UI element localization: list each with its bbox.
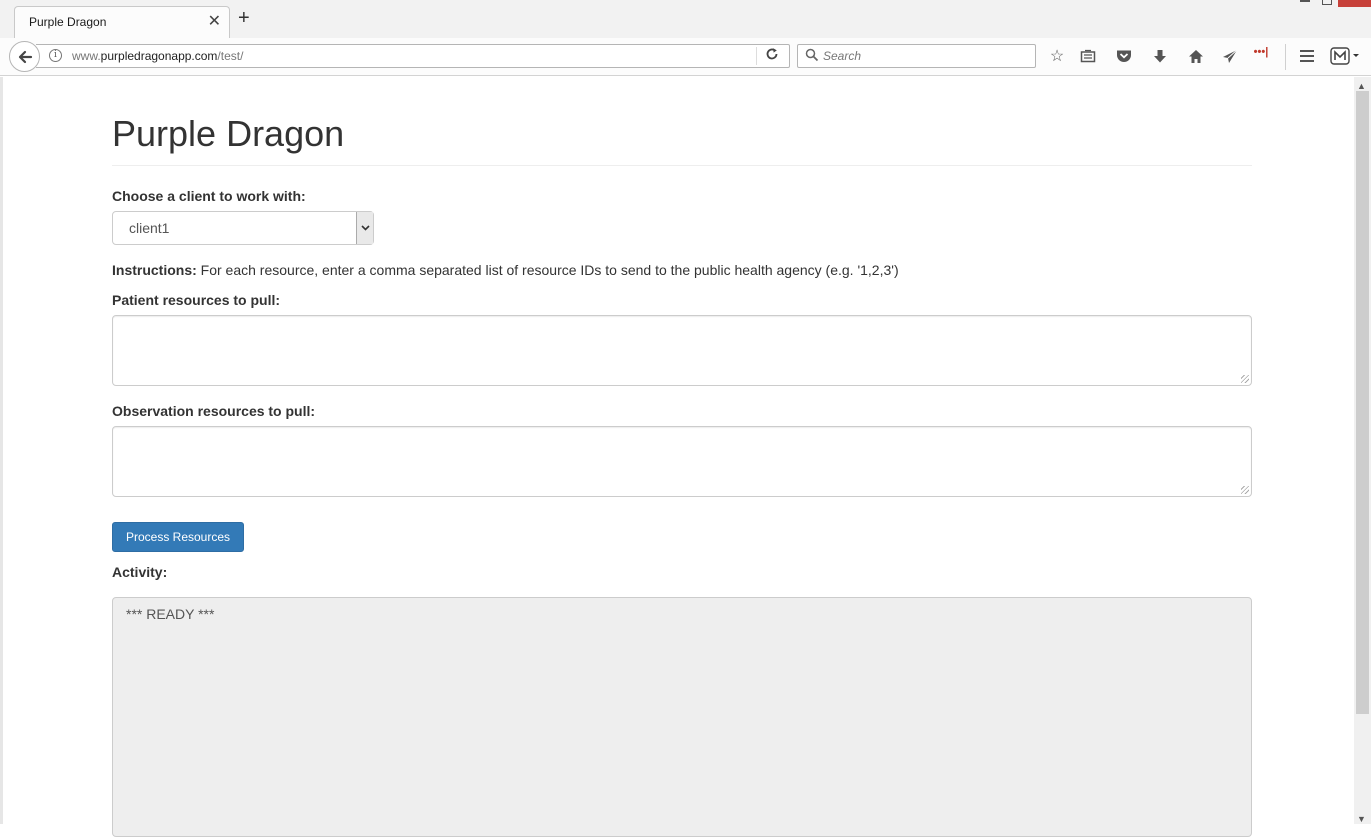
extension-icon[interactable] [1330,46,1360,66]
page-viewport: Purple Dragon Choose a client to work wi… [0,77,1371,837]
url-separator [756,47,757,65]
send-icon[interactable] [1220,46,1240,66]
navigation-toolbar: i www.purpledragonapp.com/test/ Search ☆… [0,38,1371,76]
instructions-text: For each resource, enter a comma separat… [196,262,899,278]
resize-grip-icon[interactable] [1241,486,1249,494]
lastpass-icon[interactable]: •••| [1251,42,1271,62]
vertical-scrollbar[interactable]: ▲ ▼ [1354,77,1371,824]
window-close-button[interactable] [1338,0,1371,7]
activity-label: Activity: [112,564,168,580]
search-bar[interactable]: Search [797,44,1036,68]
back-arrow-icon [18,50,32,63]
minimize-icon[interactable] [1300,0,1310,2]
chevron-down-icon[interactable] [356,212,373,244]
star-icon[interactable]: ☆ [1047,46,1067,66]
activity-log[interactable]: *** READY *** [112,597,1252,837]
toolbar-separator [1285,44,1286,70]
scroll-down-icon[interactable]: ▼ [1357,814,1366,824]
reading-list-icon[interactable] [1078,46,1098,66]
instructions-label: Instructions: [112,262,197,278]
observation-resources-label: Observation resources to pull: [112,403,316,419]
search-placeholder: Search [823,49,862,63]
title-divider [112,165,1252,166]
reload-icon[interactable] [765,47,779,64]
resize-grip-icon[interactable] [1241,375,1249,383]
patient-resources-label: Patient resources to pull: [112,292,281,308]
download-icon[interactable] [1150,46,1170,66]
address-bar[interactable]: i www.purpledragonapp.com/test/ [36,44,790,68]
search-icon [805,48,819,62]
close-tab-icon[interactable]: ✕ [208,11,221,31]
observation-resources-input[interactable] [112,426,1252,497]
process-resources-button[interactable]: Process Resources [112,522,244,552]
page-title: Purple Dragon [112,113,345,154]
tab-title: Purple Dragon [29,15,107,29]
activity-log-text: *** READY *** [126,606,215,622]
client-select[interactable]: client1 [112,211,374,245]
browser-tab[interactable]: Purple Dragon ✕ [14,6,230,38]
scrollbar-thumb[interactable] [1356,91,1369,714]
info-icon[interactable]: i [49,49,62,62]
instructions: Instructions: For each resource, enter a… [112,262,899,278]
back-button[interactable] [9,41,40,72]
url-text[interactable]: www.purpledragonapp.com/test/ [72,49,243,63]
home-icon[interactable] [1186,46,1206,66]
client-selected-value: client1 [129,220,170,236]
new-tab-icon[interactable]: + [238,8,250,28]
maximize-icon[interactable] [1322,0,1332,5]
scroll-up-icon[interactable]: ▲ [1357,81,1366,91]
tab-bar: Purple Dragon ✕ + [0,0,1371,38]
pocket-icon[interactable] [1114,46,1134,66]
patient-resources-input[interactable] [112,315,1252,386]
client-label: Choose a client to work with: [112,188,306,204]
menu-icon[interactable] [1297,46,1317,66]
